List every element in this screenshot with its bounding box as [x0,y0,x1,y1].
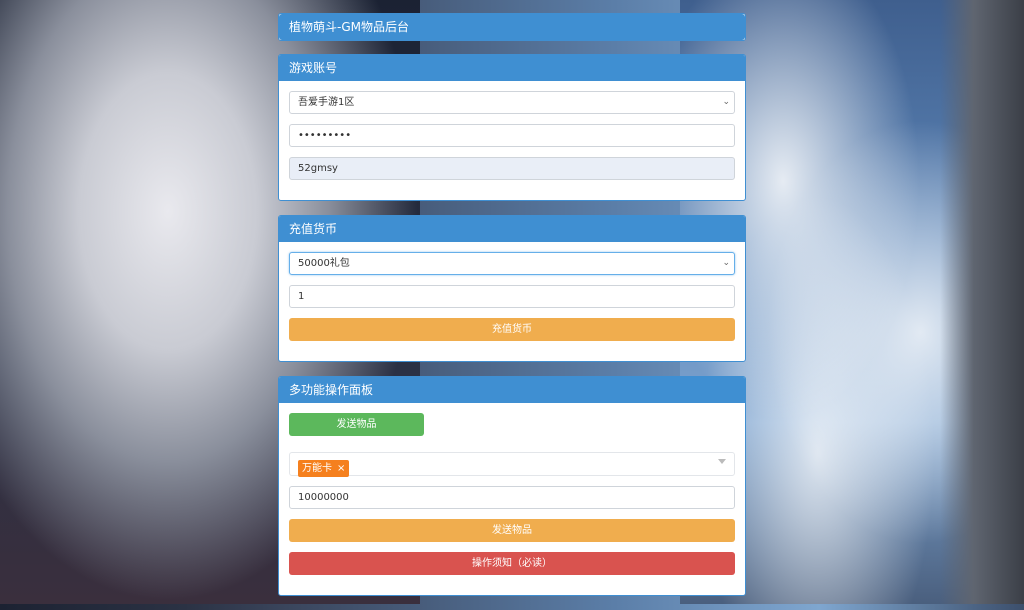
server-select[interactable]: 吾爱手游1区 ⌄ [289,91,735,114]
amount-field[interactable]: 10000000 [289,486,735,509]
notice-button[interactable]: 操作须知（必读） [289,552,735,575]
package-select-value: 50000礼包 [298,258,350,269]
account-panel-body: 吾爱手游1区 ⌄ ••••••••• 52gmsy [279,81,745,200]
quantity-value: 1 [298,291,305,302]
recharge-panel-body: 50000礼包 ⌄ 1 充值货币 [279,242,745,361]
server-select-value: 吾爱手游1区 [298,97,355,108]
recharge-button[interactable]: 充值货币 [289,318,735,341]
account-value: 52gmsy [298,163,338,174]
item-multiselect[interactable]: 万能卡 × [289,452,735,477]
package-select[interactable]: 50000礼包 ⌄ [289,252,735,275]
multi-panel-title: 多功能操作面板 [279,377,745,403]
page-title: 植物萌斗-GM物品后台 [279,14,745,40]
password-field[interactable]: ••••••••• [289,124,735,147]
caret-down-icon[interactable] [718,459,726,464]
account-field[interactable]: 52gmsy [289,157,735,180]
amount-value: 10000000 [298,492,349,503]
recharge-panel-title: 充值货币 [279,216,745,242]
close-icon[interactable]: × [337,463,345,474]
multi-panel: 多功能操作面板 发送物品 万能卡 × 10000000 发送物品 操作须知（必读） [278,376,746,596]
background-window-frame [940,0,1024,604]
chevron-down-icon: ⌄ [722,97,730,107]
quantity-field[interactable]: 1 [289,285,735,308]
multi-panel-body: 发送物品 万能卡 × 10000000 发送物品 操作须知（必读） [279,403,745,595]
selected-item-tag[interactable]: 万能卡 × [298,460,350,477]
recharge-panel: 充值货币 50000礼包 ⌄ 1 充值货币 [278,215,746,362]
gm-container: 植物萌斗-GM物品后台 游戏账号 吾爱手游1区 ⌄ ••••••••• 52gm… [278,13,746,610]
chevron-down-icon: ⌄ [722,258,730,268]
account-panel: 游戏账号 吾爱手游1区 ⌄ ••••••••• 52gmsy [278,54,746,201]
selected-item-label: 万能卡 [302,463,332,474]
header-panel: 植物萌斗-GM物品后台 [278,13,746,41]
password-value: ••••••••• [298,130,352,141]
send-item-button[interactable]: 发送物品 [289,519,735,542]
account-panel-title: 游戏账号 [279,55,745,81]
send-item-top-button[interactable]: 发送物品 [289,413,424,436]
